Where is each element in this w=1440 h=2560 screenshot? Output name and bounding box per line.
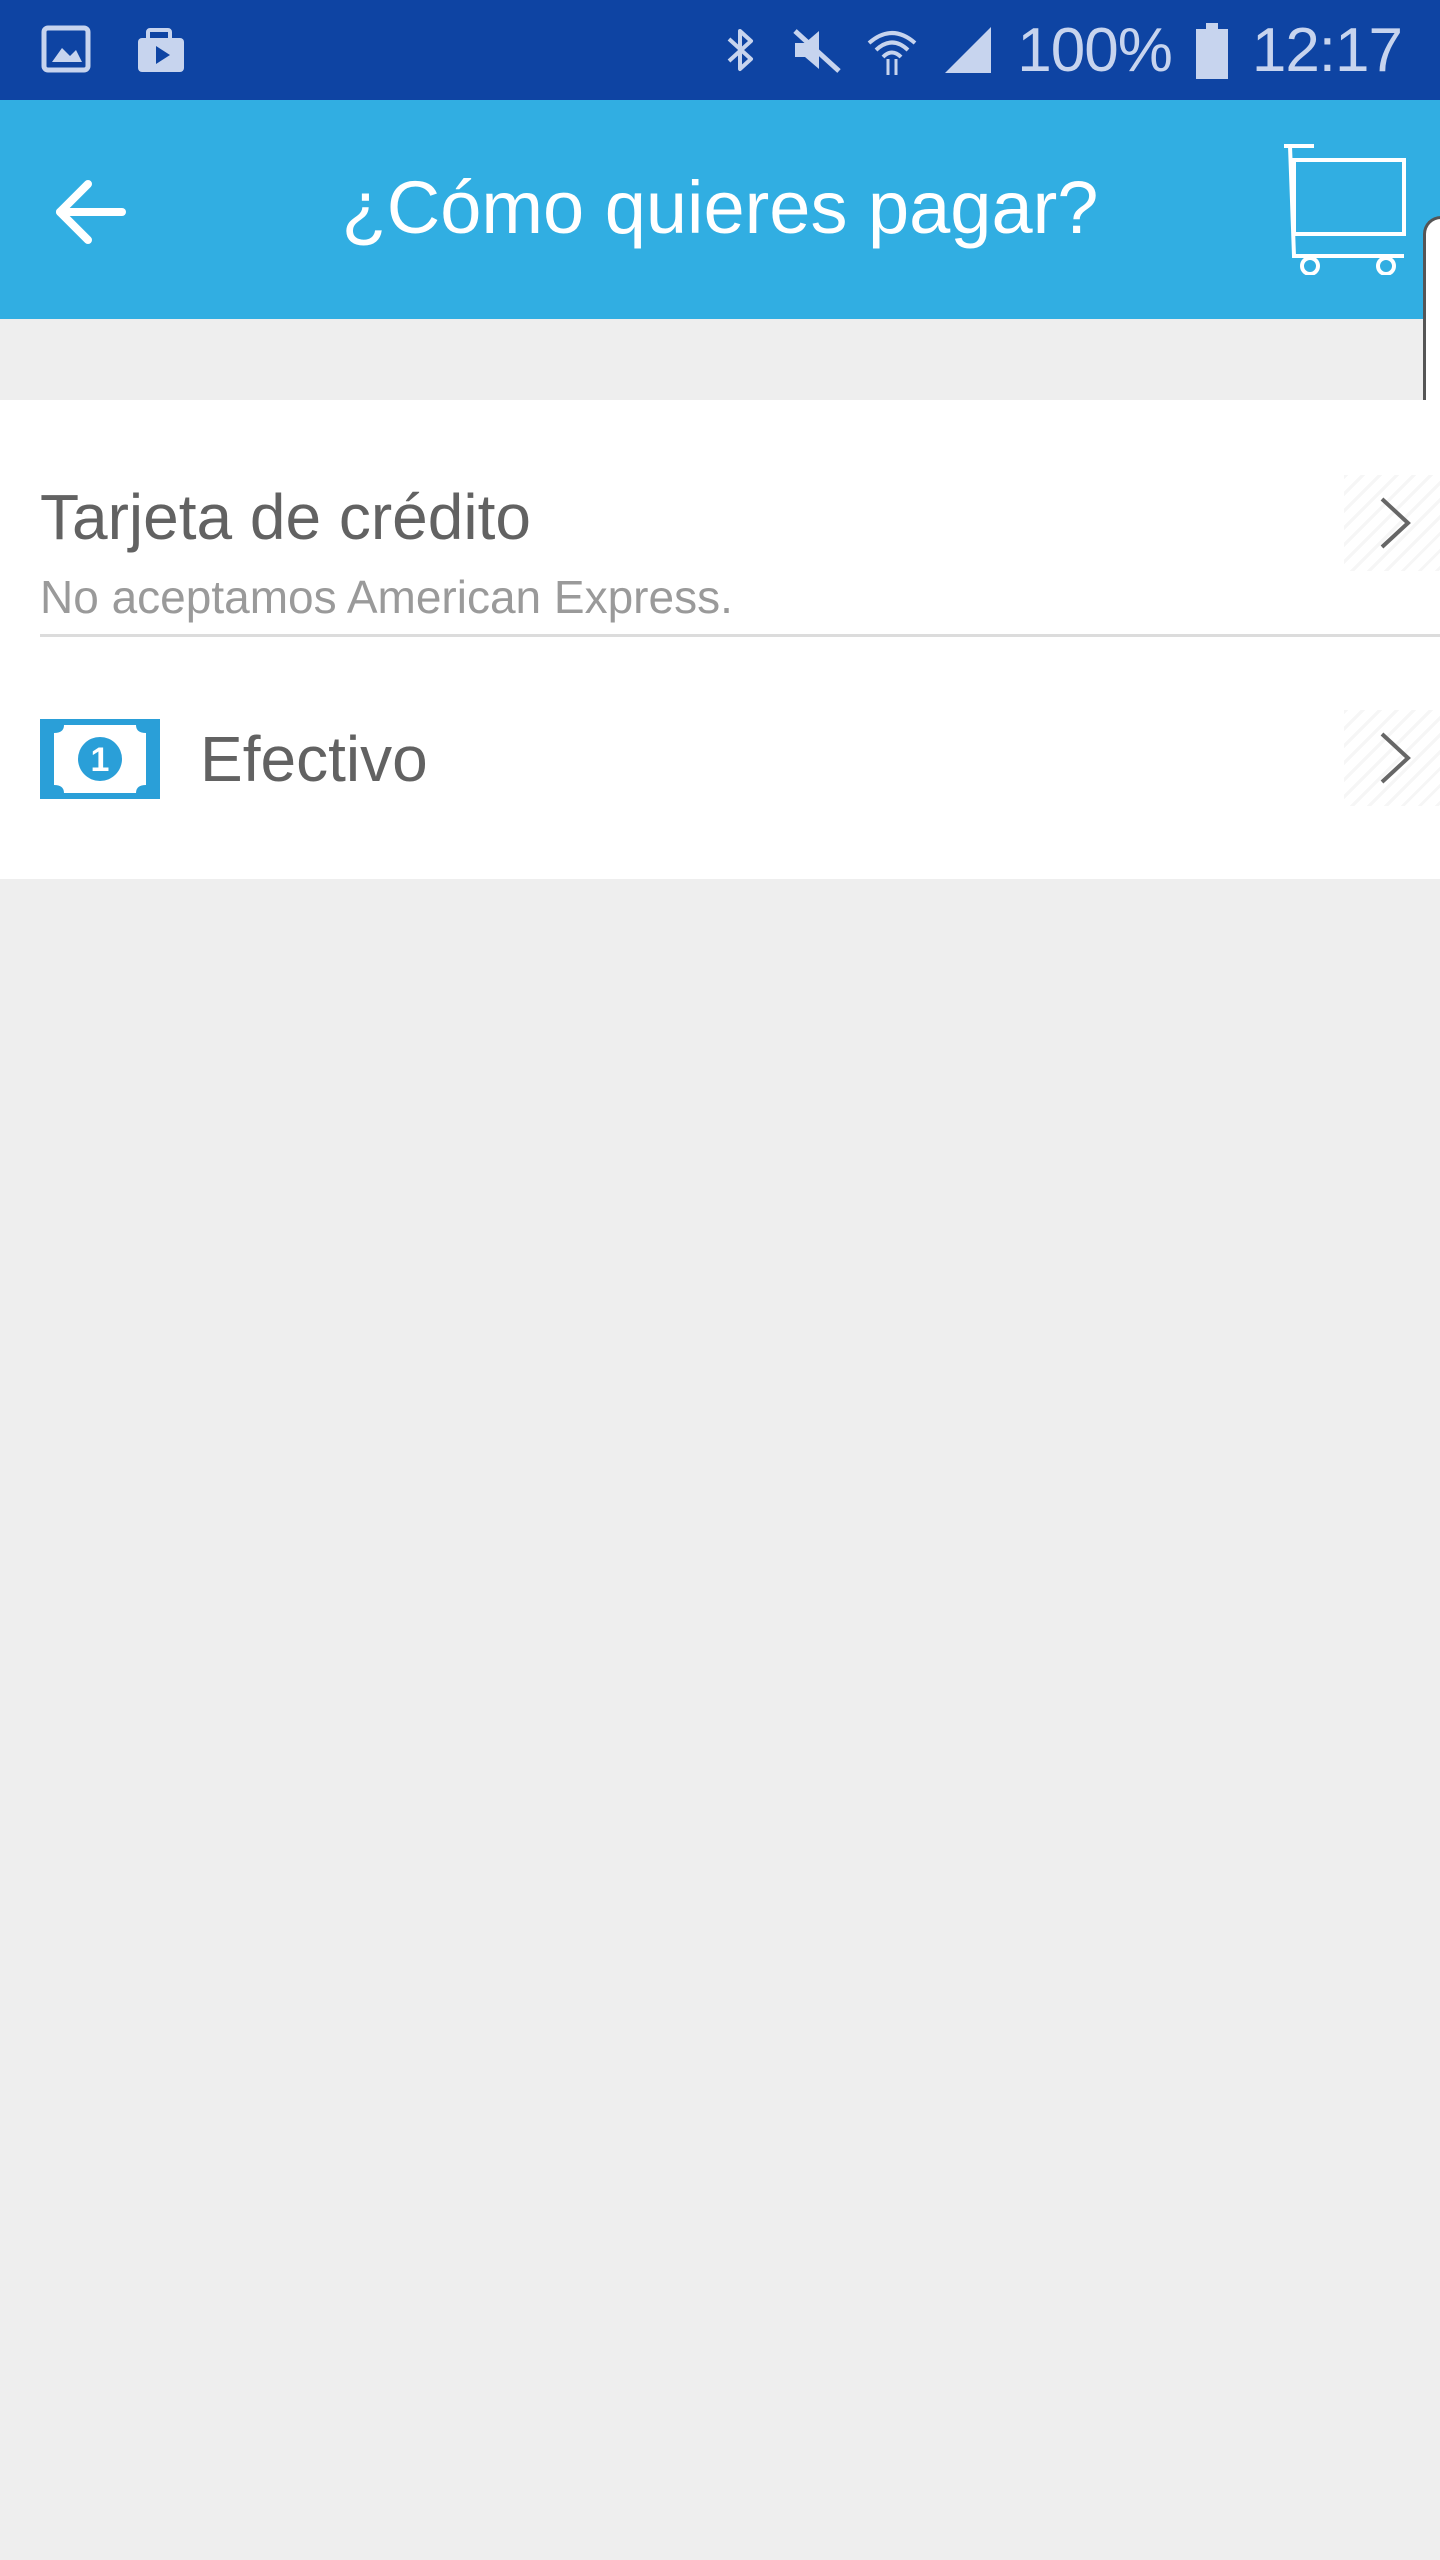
mute-icon [789,23,843,77]
page-title: ¿Cómo quieres pagar? [341,166,1099,249]
cart-icon [1284,144,1406,276]
briefcase-play-icon [134,22,188,76]
option-title: Efectivo [200,723,428,795]
chevron-right-icon [1344,475,1440,571]
option-subtitle: No aceptamos American Express. [40,571,733,623]
status-bar: 100% 12:17 [0,0,1440,100]
status-bar-left [40,22,188,76]
payment-options-list: Tarjeta de crédito No aceptamos American… [0,400,1440,879]
clock: 12:17 [1251,15,1403,85]
app-bar: ¿Cómo quieres pagar? [0,100,1440,319]
wifi-icon [865,23,919,77]
svg-text:1: 1 [91,741,110,779]
cash-bill-icon: 1 [40,719,160,799]
battery-percentage: 100% [1017,15,1173,85]
payment-option-cash[interactable]: 1 Efectivo [0,640,1440,879]
chevron-right-icon [1344,710,1440,806]
battery-icon [1194,23,1230,79]
payment-option-credit-card[interactable]: Tarjeta de crédito No aceptamos American… [0,400,1440,637]
option-title: Tarjeta de crédito [40,481,531,553]
bluetooth-icon [713,23,767,77]
gallery-icon [40,22,94,76]
divider [40,634,1440,637]
status-bar-right: 100% 12:17 [713,0,1403,100]
signal-icon [941,23,995,77]
cart-button[interactable] [1280,140,1410,276]
